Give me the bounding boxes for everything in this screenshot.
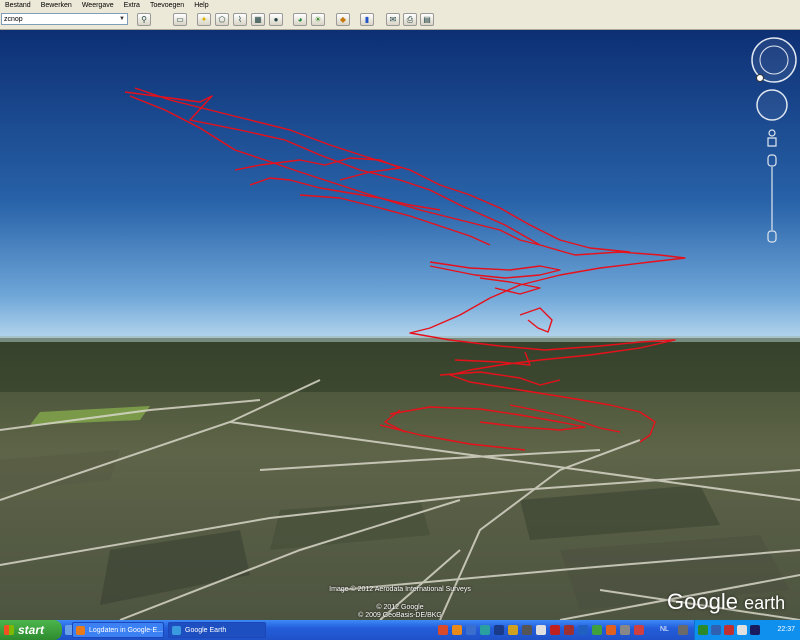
explorer-icon[interactable] xyxy=(466,625,476,635)
search-icon: ⚲ xyxy=(141,15,147,24)
earth-3d-view[interactable]: Image © 2012 Aerodata International Surv… xyxy=(0,30,800,620)
logo-google: Google xyxy=(667,589,738,614)
app-icon[interactable] xyxy=(550,625,560,635)
sidebar-toggle-button[interactable]: ▭ xyxy=(173,13,187,26)
email-button[interactable]: ✉ xyxy=(386,13,400,26)
historical-imagery-button[interactable]: ◕ xyxy=(293,13,307,26)
taskbar: start Logdaten in Google-E... Google Ear… xyxy=(0,620,800,640)
switch-sky-button[interactable]: ◆ xyxy=(336,13,350,26)
search-input[interactable]: zcnop ▼ xyxy=(1,13,128,25)
placemark-icon: ✦ xyxy=(200,15,208,24)
app-icon[interactable] xyxy=(678,625,688,635)
app-icon[interactable] xyxy=(634,625,644,635)
sunlight-button[interactable]: ☀ xyxy=(311,13,325,26)
volume-icon[interactable] xyxy=(737,625,747,635)
logo-earth: earth xyxy=(744,593,786,613)
image-overlay-icon: ▦ xyxy=(254,15,262,24)
planet-icon: ◆ xyxy=(339,15,347,24)
navigation-controls xyxy=(751,37,797,243)
menu-item-toevoegen[interactable]: Toevoegen xyxy=(145,0,189,12)
google-earth-logo: Google earth xyxy=(667,589,785,615)
chevron-down-icon[interactable]: ▼ xyxy=(117,14,127,24)
add-path-button[interactable]: ⌇ xyxy=(233,13,247,26)
app-icon[interactable] xyxy=(578,625,588,635)
print-button[interactable]: ⎙ xyxy=(403,13,417,26)
sky xyxy=(0,30,800,342)
move-joystick[interactable] xyxy=(756,89,788,121)
street-view-pegman-icon[interactable] xyxy=(767,129,777,147)
taskbar-item-label: Logdaten in Google-E... xyxy=(89,627,163,634)
tray-icon[interactable] xyxy=(711,625,721,635)
globe-icon: ◕ xyxy=(297,15,303,24)
app-icon[interactable] xyxy=(620,625,630,635)
add-polygon-button[interactable]: ⬠ xyxy=(215,13,229,26)
toolbar: zcnop ▼ ⚲ ▭ ✦ ⬠ ⌇ ▦ ● ◕ ☀ ◆ ▮ ✉ ⎙ ▤ xyxy=(0,12,800,30)
record-tour-button[interactable]: ● xyxy=(269,13,283,26)
horizon-haze xyxy=(0,336,800,342)
windows-logo-icon xyxy=(4,625,14,635)
app-icon[interactable] xyxy=(564,625,574,635)
search-button[interactable]: ⚲ xyxy=(137,13,151,26)
app-icon[interactable] xyxy=(606,625,616,635)
add-overlay-button[interactable]: ▦ xyxy=(251,13,265,26)
forest-band xyxy=(0,342,800,392)
add-placemark-button[interactable]: ✦ xyxy=(197,13,211,26)
tour-icon: ● xyxy=(273,15,279,24)
print-icon: ⎙ xyxy=(406,15,414,24)
menu-bar: Bestand Bewerken Weergave Extra Toevoege… xyxy=(0,0,800,12)
start-button[interactable]: start xyxy=(0,620,62,640)
sidebar-icon: ▭ xyxy=(176,15,184,24)
app-icon[interactable] xyxy=(480,625,490,635)
app-icon[interactable] xyxy=(494,625,504,635)
path-icon: ⌇ xyxy=(238,15,242,24)
google-earth-icon xyxy=(172,626,181,635)
app-icon[interactable] xyxy=(536,625,546,635)
maps-icon: ▤ xyxy=(423,15,431,24)
email-icon: ✉ xyxy=(389,15,397,24)
tray-icon[interactable] xyxy=(724,625,734,635)
network-icon[interactable] xyxy=(698,625,708,635)
menu-item-bewerken[interactable]: Bewerken xyxy=(36,0,77,12)
firefox-icon[interactable] xyxy=(452,625,462,635)
clock[interactable]: 22:37 xyxy=(777,620,795,640)
menu-item-weergave[interactable]: Weergave xyxy=(77,0,119,12)
sun-icon: ☀ xyxy=(314,15,322,24)
zoom-slider[interactable] xyxy=(767,154,777,243)
system-tray: 22:37 xyxy=(694,620,800,640)
ruler-button[interactable]: ▮ xyxy=(360,13,374,26)
polygon-icon: ⬠ xyxy=(218,15,226,24)
taskbar-item-google-earth[interactable]: Google Earth xyxy=(168,622,266,638)
opera-icon[interactable] xyxy=(438,625,448,635)
terrain-scene xyxy=(0,30,800,620)
tray-icon[interactable] xyxy=(750,625,760,635)
language-indicator[interactable]: NL xyxy=(660,620,669,640)
menu-item-help[interactable]: Help xyxy=(189,0,213,12)
view-in-maps-button[interactable]: ▤ xyxy=(420,13,434,26)
firefox-icon xyxy=(76,626,85,635)
start-label: start xyxy=(18,623,45,637)
ruler-icon: ▮ xyxy=(364,15,370,24)
folder-icon[interactable] xyxy=(508,625,518,635)
menu-item-bestand[interactable]: Bestand xyxy=(0,0,36,12)
app-icon[interactable] xyxy=(592,625,602,635)
taskbar-item-label: Google Earth xyxy=(185,627,227,634)
compass-north-marker[interactable] xyxy=(756,74,764,82)
search-input-value: zcnop xyxy=(4,16,23,23)
menu-item-extra[interactable]: Extra xyxy=(119,0,145,12)
taskbar-item-browser[interactable]: Logdaten in Google-E... xyxy=(72,622,164,638)
app-icon[interactable] xyxy=(522,625,532,635)
